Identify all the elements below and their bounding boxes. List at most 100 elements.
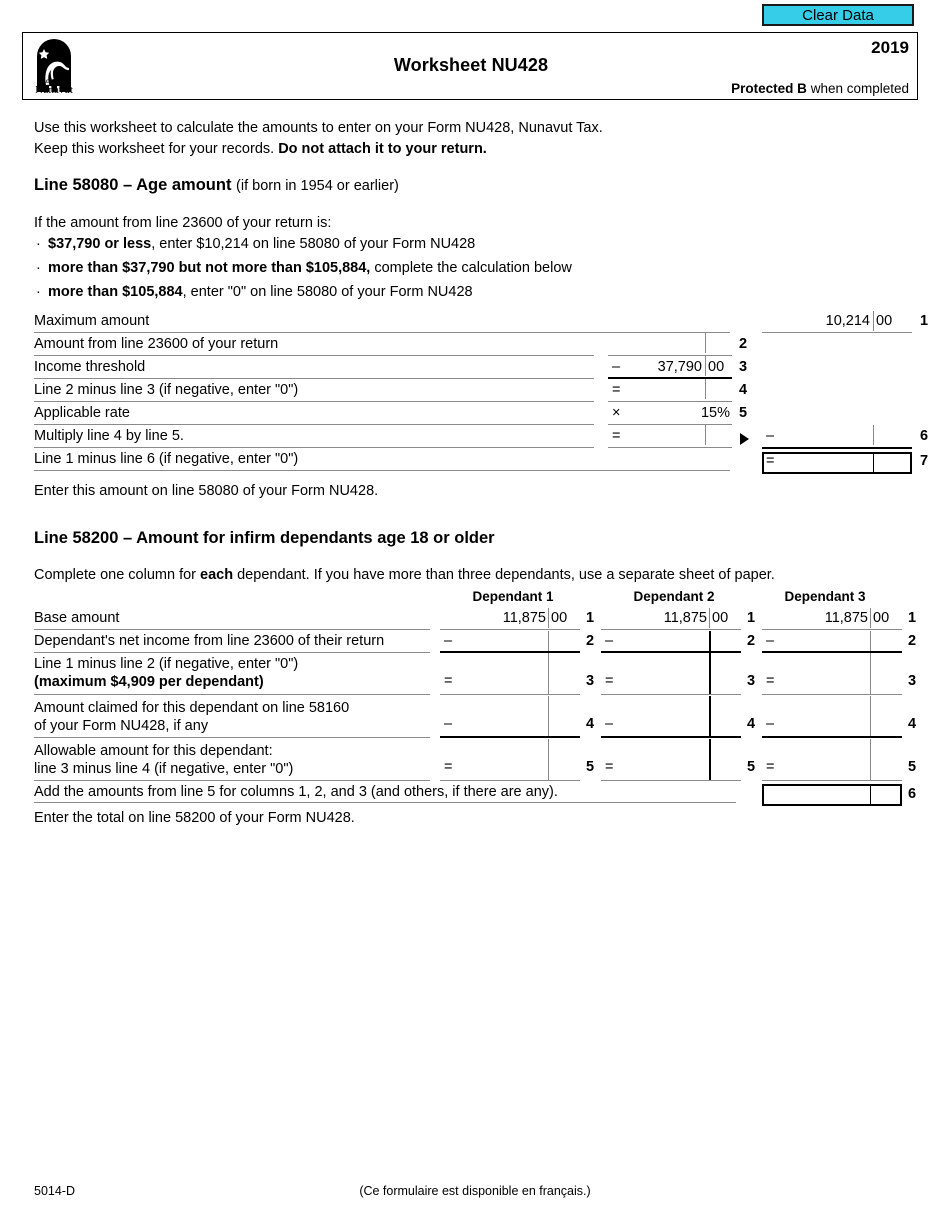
protected-b-bold: Protected B [731,81,807,96]
row-rule [34,652,430,653]
dep-row-label-5a: Allowable amount for this dependant: [34,743,273,759]
dep3-line-number-1: 1 [908,610,917,626]
french-availability-note: (Ce formulaire est disponible en françai… [359,1184,591,1198]
dep2-cents-1: 00 [712,610,729,626]
calc-line-number-5: 5 [739,405,748,421]
dep1-line-number-2: 2 [586,633,595,649]
cents-divider [870,608,871,628]
calc-row-label-3: Income threshold [34,359,146,375]
dep-total-box-line-6[interactable] [762,784,902,806]
field-rule [608,377,732,379]
dep3-op-4: – [766,716,775,732]
calc-value-5: 15% [700,405,730,421]
dep3-line-number-4: 4 [908,716,917,732]
calc-op-7: = [766,453,775,469]
row-rule [34,424,594,425]
clear-data-button[interactable]: Clear Data [762,4,914,26]
cents-divider [705,356,706,376]
field-rule [762,332,912,333]
intro-line-2b: Do not attach it to your return. [278,141,487,157]
cents-divider [870,653,871,694]
row-rule [34,378,594,379]
dep2-line-number-5: 5 [747,759,756,775]
intro-line-2a: Keep this worksheet for your records. [34,141,279,157]
calc-cents-1: 00 [876,313,893,329]
cents-divider [548,739,549,780]
field-rule [608,401,732,402]
cents-divider [709,608,710,628]
tax-year: 2019 [871,38,909,57]
dep1-cents-1: 00 [551,610,568,626]
row-rule [34,737,430,738]
cents-divider [870,631,871,651]
bullet-item: · $37,790 or less, enter $10,214 on line … [36,232,572,256]
dep2-op-4: – [605,716,614,732]
field-rule [762,736,902,738]
dep-total-line-number-6: 6 [908,786,917,802]
dep-total-row-label: Add the amounts from line 5 for columns … [34,784,558,800]
section-58080-heading-sub: (if born in 1954 or earlier) [236,178,399,194]
calc-line-number-2: 2 [739,336,748,352]
calc-row-label-7: Line 1 minus line 6 (if negative, enter … [34,451,299,467]
calc-row-label-5: Applicable rate [34,405,130,421]
field-rule [762,447,912,449]
cents-divider [705,425,706,445]
dep-row-label-4b: of your Form NU428, if any [34,718,209,734]
field-rule [440,651,580,653]
bullet-bold: $37,790 or less [48,236,152,252]
calc-line-number-6: 6 [920,428,929,444]
column-header-dependant-3: Dependant 3 [784,589,866,604]
row-rule [34,401,594,402]
intro-line-1: Use this worksheet to calculate the amou… [34,120,603,136]
bullet-item: · more than $37,790 but not more than $10… [36,256,572,280]
section-58080-heading-main: Line 58080 – Age amount [34,176,237,194]
lead-part-a: Complete one column for [34,567,201,583]
page-title: Worksheet NU428 [393,55,549,75]
field-rule [608,447,732,448]
cents-divider [870,696,871,737]
bullet-dot-icon: · [36,260,41,276]
field-rule [601,736,741,738]
dep2-op-3: = [605,673,614,689]
dep3-line-number-2: 2 [908,633,917,649]
dep-row-label-5b: line 3 minus line 4 (if negative, enter … [34,761,294,777]
field-rule [440,736,580,738]
field-rule [608,424,732,425]
total-box-line-7[interactable] [762,452,912,474]
dep1-line-number-5: 5 [586,759,595,775]
carry-arrow-icon [740,433,749,445]
bullet-rest: , enter "0" on line 58080 of your Form N… [182,284,473,300]
dep1-op-3: = [444,673,453,689]
dep1-op-5: = [444,759,453,775]
dep3-op-3: = [766,673,775,689]
dep1-op-4: – [444,716,453,732]
section-58200-lead: Complete one column for each dependant. … [34,565,775,586]
cents-divider [548,653,549,694]
row-rule [34,694,430,695]
calc-op-6-right: – [766,428,775,444]
dep-row-label-2: Dependant's net income from line 23600 o… [34,633,385,649]
calc-line-number-4: 4 [739,382,748,398]
dep2-line-number-2: 2 [747,633,756,649]
row-rule [34,780,430,781]
section-58080-heading: Line 58080 – Age amount (if born in 1954… [34,176,399,195]
dep2-line-number-3: 3 [747,673,756,689]
dep-row-label-3b: (maximum $4,909 per dependant) [34,674,264,690]
bullet-dot-icon: · [36,284,41,300]
bullet-item: · more than $105,884, enter "0" on line 5… [36,280,572,304]
dep1-op-2: – [444,633,453,649]
calc-value-3: 37,790 [657,359,702,375]
section-58200-heading: Line 58200 – Amount for infirm dependant… [34,529,495,547]
dep3-op-2: – [766,633,775,649]
field-rule [440,780,580,781]
field-rule [762,694,902,695]
dep2-line-number-4: 4 [747,716,756,732]
cents-divider [548,631,549,651]
cents-divider [873,311,874,331]
cents-divider [709,653,711,694]
calc-row-label-1: Maximum amount [34,313,150,329]
protected-b-rest: when completed [806,81,909,96]
cents-divider [705,333,706,353]
dep3-cents-1: 00 [873,610,890,626]
field-rule [601,694,741,695]
